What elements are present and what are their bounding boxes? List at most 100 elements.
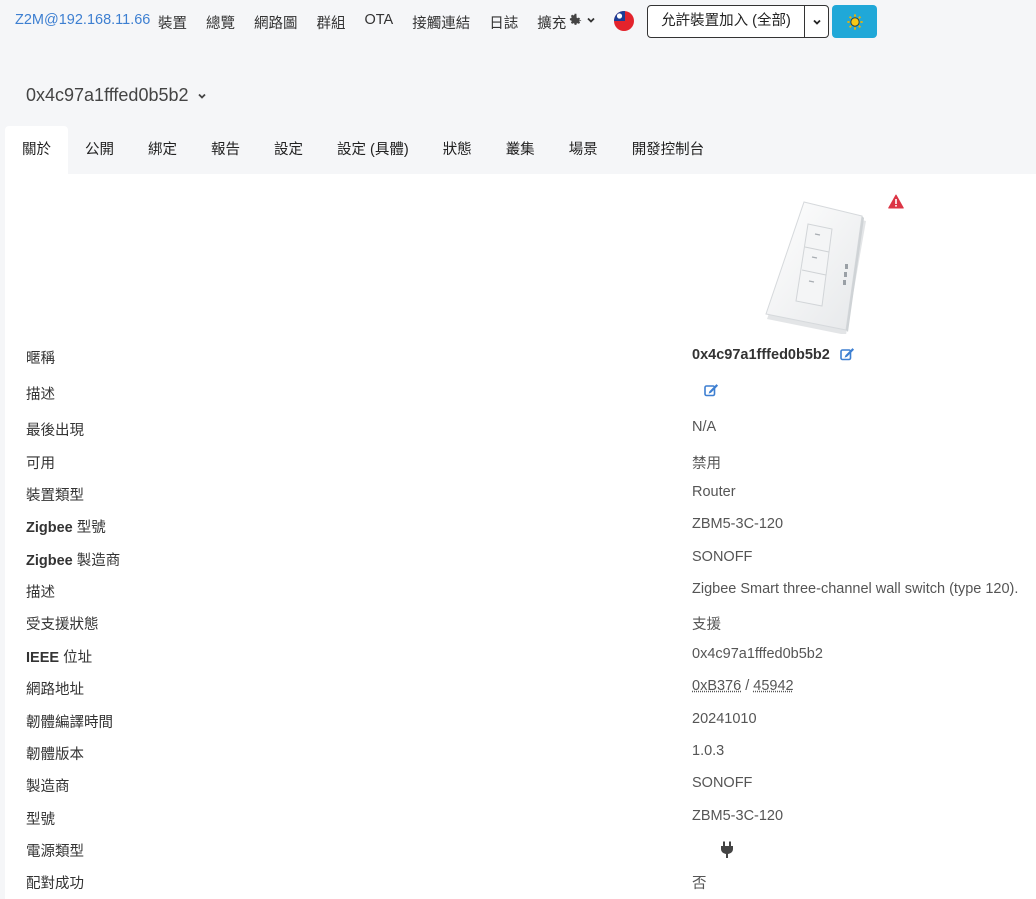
warning-icon [888, 194, 904, 209]
gear-icon [569, 13, 582, 25]
network-address-sep: / [741, 678, 754, 694]
row-manufacturer: 製造商 SONOFF [26, 775, 1036, 797]
row-firmware-build-date: 韌體編譯時間 20241010 [26, 711, 1036, 733]
permit-join-dropdown[interactable] [805, 6, 828, 37]
row-zigbee-manufacturer: Zigbee 製造商 SONOFF [26, 549, 1036, 571]
edit-icon[interactable] [840, 347, 854, 361]
label-zigbee-model: Zigbee 型號 [26, 516, 106, 537]
tab-bind[interactable]: 綁定 [131, 126, 194, 174]
label-ieee-text: 位址 [59, 650, 93, 666]
device-title: 0x4c97a1fffed0b5b2 [26, 85, 189, 105]
value-network-address: 0xB376 / 45942 [692, 678, 794, 694]
tab-scenes[interactable]: 場景 [552, 126, 615, 174]
tab-state[interactable]: 狀態 [426, 126, 489, 174]
value-ieee-address: 0x4c97a1fffed0b5b2 [692, 646, 823, 662]
label-availability: 可用 [26, 456, 55, 472]
label-last-seen: 最後出現 [26, 423, 84, 439]
nav-link-groups[interactable]: 群組 [317, 12, 346, 33]
nav-link-network[interactable]: 網路圖 [254, 12, 298, 33]
nav-link-ota[interactable]: OTA [365, 12, 394, 33]
settings-dropdown[interactable] [567, 11, 596, 28]
value-device-type: Router [692, 484, 736, 500]
row-ieee-address: IEEE 位址 0x4c97a1fffed0b5b2 [26, 646, 1036, 668]
row-support-status: 受支援狀態 支援 [26, 613, 1036, 635]
row-availability: 可用 禁用 [26, 452, 1036, 474]
permit-join-button[interactable]: 允許裝置加入 (全部) [648, 6, 805, 37]
row-zigbee-model: Zigbee 型號 ZBM5-3C-120 [26, 516, 1036, 538]
row-interview: 配對成功 否 [26, 872, 1036, 894]
label-device-type: 裝置類型 [26, 488, 84, 504]
tab-clusters[interactable]: 叢集 [489, 126, 552, 174]
nav-link-extensions[interactable]: 擴充 [537, 12, 566, 33]
value-power-source [720, 841, 734, 863]
label-description-2: 描述 [26, 585, 55, 601]
tab-exposes[interactable]: 公開 [68, 126, 131, 174]
label-model: 型號 [26, 812, 55, 828]
value-firmware-version: 1.0.3 [692, 743, 725, 759]
chevron-down-icon [812, 19, 821, 25]
row-description-2: 描述 Zigbee Smart three-channel wall switc… [26, 581, 1036, 603]
row-network-address: 網路地址 0xB376 / 45942 [26, 678, 1036, 700]
value-firmware-build-date: 20241010 [692, 711, 757, 727]
label-power-source: 電源類型 [26, 844, 84, 860]
theme-toggle-button[interactable] [832, 5, 877, 38]
label-firmware-version: 韌體版本 [26, 747, 84, 763]
value-model[interactable]: ZBM5-3C-120 [692, 808, 783, 824]
top-navbar: Z2M@192.168.11.66 裝置 總覽 網路圖 群組 OTA 接觸連結 … [0, 0, 1036, 44]
row-model: 型號 ZBM5-3C-120 [26, 808, 1036, 830]
value-description [704, 383, 719, 399]
tab-dev-console[interactable]: 開發控制台 [615, 126, 722, 174]
device-tabs: 關於 公開 綁定 報告 設定 設定 (具體) 狀態 叢集 場景 開發控制台 [5, 126, 721, 174]
label-interview: 配對成功 [26, 876, 84, 892]
value-manufacturer[interactable]: SONOFF [692, 775, 752, 791]
sun-icon [846, 13, 863, 30]
tab-reporting[interactable]: 報告 [194, 126, 257, 174]
label-firmware-build-date: 韌體編譯時間 [26, 715, 113, 731]
row-last-seen: 最後出現 N/A [26, 419, 1036, 441]
label-description: 描述 [26, 387, 55, 403]
value-friendly-name: 0x4c97a1fffed0b5b2 [692, 347, 854, 363]
permit-join-group: 允許裝置加入 (全部) [647, 5, 829, 38]
label-zigbee-manufacturer: Zigbee 製造商 [26, 549, 120, 570]
nav-links: 裝置 總覽 網路圖 群組 OTA 接觸連結 日誌 擴充 [158, 12, 585, 33]
label-zigbee-manufacturer-text: 製造商 [72, 553, 121, 569]
label-zigbee-model-text: 型號 [72, 520, 106, 536]
label-manufacturer: 製造商 [26, 779, 70, 795]
label-zigbee-manufacturer-bold: Zigbee [26, 553, 73, 569]
label-support-status: 受支援狀態 [26, 617, 99, 633]
row-device-type: 裝置類型 Router [26, 484, 1036, 506]
chevron-down-icon [197, 93, 206, 99]
nav-link-dashboard[interactable]: 總覽 [206, 12, 235, 33]
device-selector[interactable]: 0x4c97a1fffed0b5b2 [26, 85, 207, 106]
tab-settings-specific[interactable]: 設定 (具體) [320, 126, 426, 174]
nav-link-devices[interactable]: 裝置 [158, 12, 187, 33]
value-zigbee-manufacturer: SONOFF [692, 549, 753, 565]
value-last-seen: N/A [692, 419, 717, 435]
taiwan-flag-icon[interactable] [614, 11, 634, 31]
tab-settings[interactable]: 設定 [257, 126, 320, 174]
value-availability[interactable]: 禁用 [692, 452, 721, 473]
friendly-name-text: 0x4c97a1fffed0b5b2 [692, 347, 830, 363]
tab-about[interactable]: 關於 [5, 126, 68, 174]
value-zigbee-model: ZBM5-3C-120 [692, 516, 784, 532]
label-ieee-bold: IEEE [26, 650, 60, 666]
network-address-dec: 45942 [753, 678, 794, 694]
plug-icon [721, 841, 733, 858]
nav-link-touchlink[interactable]: 接觸連結 [412, 12, 470, 33]
value-support-status[interactable]: 支援 [692, 613, 721, 634]
label-ieee-address: IEEE 位址 [26, 646, 92, 667]
edit-icon[interactable] [704, 383, 719, 397]
network-address-hex: 0xB376 [692, 678, 742, 694]
row-description: 描述 [26, 383, 1036, 405]
row-friendly-name: 暱稱 0x4c97a1fffed0b5b2 [26, 347, 1036, 369]
row-power-source: 電源類型 [26, 840, 1036, 862]
chevron-down-icon [587, 17, 595, 23]
value-interview: 否 [692, 876, 707, 892]
brand-link[interactable]: Z2M@192.168.11.66 [15, 12, 150, 28]
row-firmware-version: 韌體版本 1.0.3 [26, 743, 1036, 765]
label-friendly-name: 暱稱 [26, 351, 55, 367]
nav-link-logs[interactable]: 日誌 [489, 12, 518, 33]
label-network-address: 網路地址 [26, 682, 84, 698]
device-image [765, 201, 866, 334]
label-zigbee-model-bold: Zigbee [26, 520, 73, 536]
